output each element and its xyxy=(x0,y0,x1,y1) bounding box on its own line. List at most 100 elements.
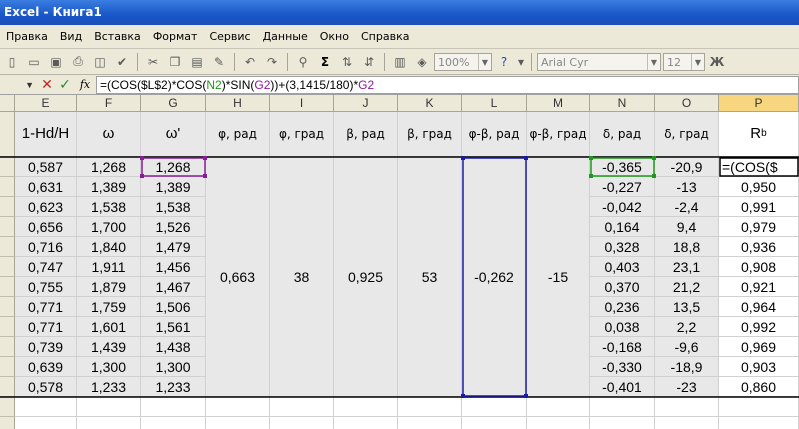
toolbar-options-icon[interactable]: ▾ xyxy=(516,52,526,72)
cell-o[interactable]: 9,4 xyxy=(655,217,719,237)
cell-o[interactable]: 21,2 xyxy=(655,277,719,297)
empty-cell[interactable] xyxy=(462,417,527,429)
preview-icon[interactable]: ◫ xyxy=(90,52,110,72)
empty-cell[interactable] xyxy=(655,397,719,417)
cell-n[interactable]: -0,168 xyxy=(590,337,655,357)
row-header[interactable] xyxy=(0,157,15,177)
spelling-icon[interactable]: ✔ xyxy=(112,52,132,72)
row-header[interactable] xyxy=(0,112,15,157)
cell-e[interactable]: 0,639 xyxy=(15,357,77,377)
empty-cell[interactable] xyxy=(77,417,141,429)
cell-o[interactable]: -2,4 xyxy=(655,197,719,217)
cell-n[interactable]: -0,227 xyxy=(590,177,655,197)
cell-e[interactable]: 0,587 xyxy=(15,157,77,177)
cell-n[interactable]: -0,401 xyxy=(590,377,655,397)
empty-cell[interactable] xyxy=(527,417,590,429)
cell-f[interactable]: 1,233 xyxy=(77,377,141,397)
row-header[interactable] xyxy=(0,297,15,317)
merged-cell-i[interactable]: 38 xyxy=(270,157,334,397)
column-title-n[interactable]: δ, рад xyxy=(590,112,655,157)
menu-item[interactable]: Вставка xyxy=(88,30,147,43)
column-title-g[interactable]: ω' xyxy=(141,112,206,157)
paste-icon[interactable]: ▤ xyxy=(187,52,207,72)
empty-cell[interactable] xyxy=(719,417,799,429)
cell-f[interactable]: 1,911 xyxy=(77,257,141,277)
cell-g[interactable]: 1,526 xyxy=(141,217,206,237)
cell-e[interactable]: 0,755 xyxy=(15,277,77,297)
enter-icon[interactable]: ✓ xyxy=(56,77,74,93)
empty-cell[interactable] xyxy=(15,397,77,417)
merged-cell-l[interactable]: -0,262 xyxy=(462,157,527,397)
empty-cell[interactable] xyxy=(719,397,799,417)
cell-p[interactable]: 0,964 xyxy=(719,297,799,317)
column-header-p[interactable]: P xyxy=(719,95,799,112)
undo-icon[interactable]: ↶ xyxy=(240,52,260,72)
cell-e[interactable]: 0,656 xyxy=(15,217,77,237)
merged-cell-j[interactable]: 0,925 xyxy=(334,157,398,397)
font-select[interactable]: Arial Cyr ▼ xyxy=(537,52,661,71)
cell-g[interactable]: 1,479 xyxy=(141,237,206,257)
empty-cell[interactable] xyxy=(270,397,334,417)
font-size-select[interactable]: 12 ▼ xyxy=(663,52,705,71)
cell-p[interactable]: 0,969 xyxy=(719,337,799,357)
cell-n[interactable]: 0,038 xyxy=(590,317,655,337)
column-title-i[interactable]: φ, град xyxy=(270,112,334,157)
cell-f[interactable]: 1,300 xyxy=(77,357,141,377)
sort-ascending-icon[interactable]: ⇅ xyxy=(337,52,357,72)
menu-item[interactable]: Вид xyxy=(54,30,88,43)
row-header[interactable] xyxy=(0,217,15,237)
cell-n[interactable]: -0,365 xyxy=(590,157,655,177)
menu-item[interactable]: Правка xyxy=(0,30,54,43)
column-header-m[interactable]: M xyxy=(527,95,590,112)
cell-g[interactable]: 1,438 xyxy=(141,337,206,357)
active-cell-editor[interactable]: =(COS($ xyxy=(719,157,799,177)
zoom-select[interactable]: 100% ▼ xyxy=(434,52,492,71)
row-header[interactable] xyxy=(0,377,15,397)
column-title-h[interactable]: φ, рад xyxy=(206,112,270,157)
cell-o[interactable]: 13,5 xyxy=(655,297,719,317)
menu-item[interactable]: Окно xyxy=(314,30,355,43)
empty-cell[interactable] xyxy=(590,417,655,429)
new-icon[interactable]: ▯ xyxy=(2,52,22,72)
cell-g[interactable]: 1,233 xyxy=(141,377,206,397)
copy-icon[interactable]: ❐ xyxy=(165,52,185,72)
empty-cell[interactable] xyxy=(398,417,462,429)
empty-cell[interactable] xyxy=(141,397,206,417)
empty-cell[interactable] xyxy=(462,397,527,417)
empty-cell[interactable] xyxy=(15,417,77,429)
save-icon[interactable]: ▣ xyxy=(46,52,66,72)
cell-p[interactable]: 0,936 xyxy=(719,237,799,257)
cell-p[interactable]: 0,979 xyxy=(719,217,799,237)
empty-cell[interactable] xyxy=(334,397,398,417)
cell-f[interactable]: 1,759 xyxy=(77,297,141,317)
cell-e[interactable]: 0,771 xyxy=(15,317,77,337)
worksheet-grid[interactable]: E F G H I J K L M N O P 1-Hd/H ω ω' φ, рад φ, град β, рад… xyxy=(0,95,799,429)
column-header-g[interactable]: G xyxy=(141,95,206,112)
column-title-p[interactable]: Rb xyxy=(719,112,799,157)
cell-o[interactable]: -13 xyxy=(655,177,719,197)
column-title-e[interactable]: 1-Hd/H xyxy=(15,112,77,157)
cell-f[interactable]: 1,268 xyxy=(77,157,141,177)
empty-cell[interactable] xyxy=(206,417,270,429)
cell-e[interactable]: 0,739 xyxy=(15,337,77,357)
row-header[interactable] xyxy=(0,177,15,197)
chart-wizard-icon[interactable]: ▥ xyxy=(390,52,410,72)
empty-cell[interactable] xyxy=(77,397,141,417)
column-header-f[interactable]: F xyxy=(77,95,141,112)
cell-g[interactable]: 1,456 xyxy=(141,257,206,277)
empty-cell[interactable] xyxy=(590,397,655,417)
row-header[interactable] xyxy=(0,317,15,337)
cell-o[interactable]: -23 xyxy=(655,377,719,397)
menu-item[interactable]: Сервис xyxy=(203,30,256,43)
cell-n[interactable]: 0,403 xyxy=(590,257,655,277)
cell-f[interactable]: 1,700 xyxy=(77,217,141,237)
format-painter-icon[interactable]: ✎ xyxy=(209,52,229,72)
cell-p[interactable]: 0,950 xyxy=(719,177,799,197)
cell-e[interactable]: 0,716 xyxy=(15,237,77,257)
row-header[interactable] xyxy=(0,417,15,429)
formula-input[interactable]: =(COS($L$2)*COS(N2)*SIN(G2))+(3,1415/180… xyxy=(96,75,799,94)
row-header[interactable] xyxy=(0,397,15,417)
menu-item[interactable]: Справка xyxy=(355,30,415,43)
cell-p[interactable]: 0,992 xyxy=(719,317,799,337)
column-title-o[interactable]: δ, град xyxy=(655,112,719,157)
